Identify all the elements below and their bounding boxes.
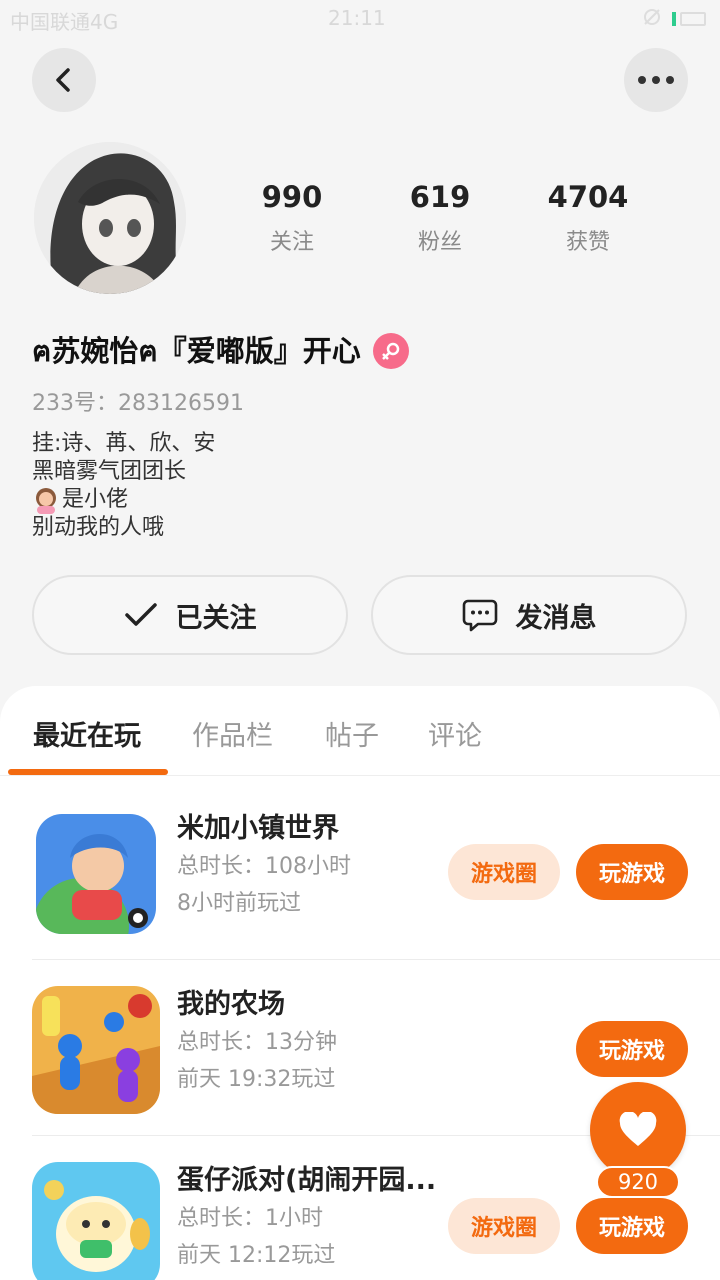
game-icon-eggy[interactable] xyxy=(32,1162,160,1280)
stat-likes[interactable]: 4704 获赞 xyxy=(514,180,662,256)
game-icon-miga[interactable] xyxy=(36,814,156,934)
stat-value: 4704 xyxy=(547,180,629,214)
follow-button[interactable]: 已关注 xyxy=(32,575,348,655)
stat-value: 990 xyxy=(261,180,323,214)
tab-works[interactable]: 作品栏 xyxy=(192,714,273,753)
tab-bar: 最近在玩 作品栏 帖子 评论 xyxy=(0,686,720,776)
status-icons xyxy=(642,6,708,31)
alarm-icon xyxy=(642,6,662,31)
chat-bubble-icon xyxy=(462,599,497,632)
bio-line: 挂:诗、苒、欣、安 xyxy=(32,431,216,456)
bio: 挂:诗、苒、欣、安 黑暗雾气团团长 是小佬 别动我的人哦 xyxy=(32,430,215,542)
clock: 21:11 xyxy=(328,6,386,30)
game-last-played: 前天 12:12玩过 xyxy=(177,1243,336,1268)
stat-label: 粉丝 xyxy=(417,230,462,255)
like-fab-button[interactable] xyxy=(590,1082,686,1178)
message-button-label: 发消息 xyxy=(515,602,597,634)
battery-icon xyxy=(672,11,708,27)
game-last-played: 前天 19:32玩过 xyxy=(177,1067,336,1092)
tab-comments[interactable]: 评论 xyxy=(428,714,482,753)
more-dots-icon xyxy=(638,76,674,84)
follow-button-label: 已关注 xyxy=(175,602,257,634)
heart-icon xyxy=(619,1112,657,1146)
female-gender-icon xyxy=(372,333,409,369)
stat-label: 获赞 xyxy=(565,230,610,255)
stat-following[interactable]: 990 关注 xyxy=(218,180,366,256)
game-title: 米加小镇世界 xyxy=(177,813,339,844)
stat-value: 619 xyxy=(409,180,471,214)
game-circle-button[interactable]: 游戏圈 xyxy=(448,844,560,900)
game-last-played: 8小时前玩过 xyxy=(177,891,301,916)
active-tab-indicator xyxy=(8,769,168,775)
play-game-button[interactable]: 玩游戏 xyxy=(576,844,688,900)
chevron-left-icon xyxy=(56,68,70,92)
back-button[interactable] xyxy=(32,48,96,112)
game-icon-farm[interactable] xyxy=(32,986,160,1114)
bio-line: 别动我的人哦 xyxy=(32,515,165,540)
game-total-time: 总时长：108小时 xyxy=(177,854,351,879)
username: ฅ苏婉怡ฅ『爱嘟版』开心 xyxy=(32,334,361,368)
game-total-time: 总时长：13分钟 xyxy=(177,1030,337,1055)
profile-stats: 990 关注 619 粉丝 4704 获赞 xyxy=(218,180,662,256)
girl-emoji-icon xyxy=(32,486,60,514)
check-icon xyxy=(124,603,157,626)
username-row: ฅ苏婉怡ฅ『爱嘟版』开心 xyxy=(32,328,409,374)
more-button[interactable] xyxy=(624,48,688,112)
stat-label: 关注 xyxy=(269,230,314,255)
tab-recently-played[interactable]: 最近在玩 xyxy=(33,714,141,753)
message-button[interactable]: 发消息 xyxy=(371,575,687,655)
game-title: 蛋仔派对(胡闹开园... xyxy=(177,1165,437,1196)
game-item[interactable]: 米加小镇世界 总时长：108小时 8小时前玩过 游戏圈 玩游戏 xyxy=(0,784,720,960)
play-game-button[interactable]: 玩游戏 xyxy=(576,1021,688,1077)
game-title: 我的农场 xyxy=(177,989,285,1020)
bio-line: 黑暗雾气团团长 xyxy=(32,459,187,484)
tab-posts[interactable]: 帖子 xyxy=(325,714,379,753)
play-game-button[interactable]: 玩游戏 xyxy=(576,1198,688,1254)
game-total-time: 总时长：1小时 xyxy=(177,1206,323,1231)
avatar[interactable] xyxy=(34,142,186,294)
game-circle-button[interactable]: 游戏圈 xyxy=(448,1198,560,1254)
user-id: 233号：283126591 xyxy=(32,391,244,416)
like-count-badge: 920 xyxy=(596,1166,680,1198)
bio-line: 是小佬 xyxy=(32,486,215,514)
status-bar: 中国联通4G 21:11 xyxy=(0,0,720,40)
carrier-label: 中国联通4G xyxy=(10,10,119,34)
stat-fans[interactable]: 619 粉丝 xyxy=(366,180,514,256)
